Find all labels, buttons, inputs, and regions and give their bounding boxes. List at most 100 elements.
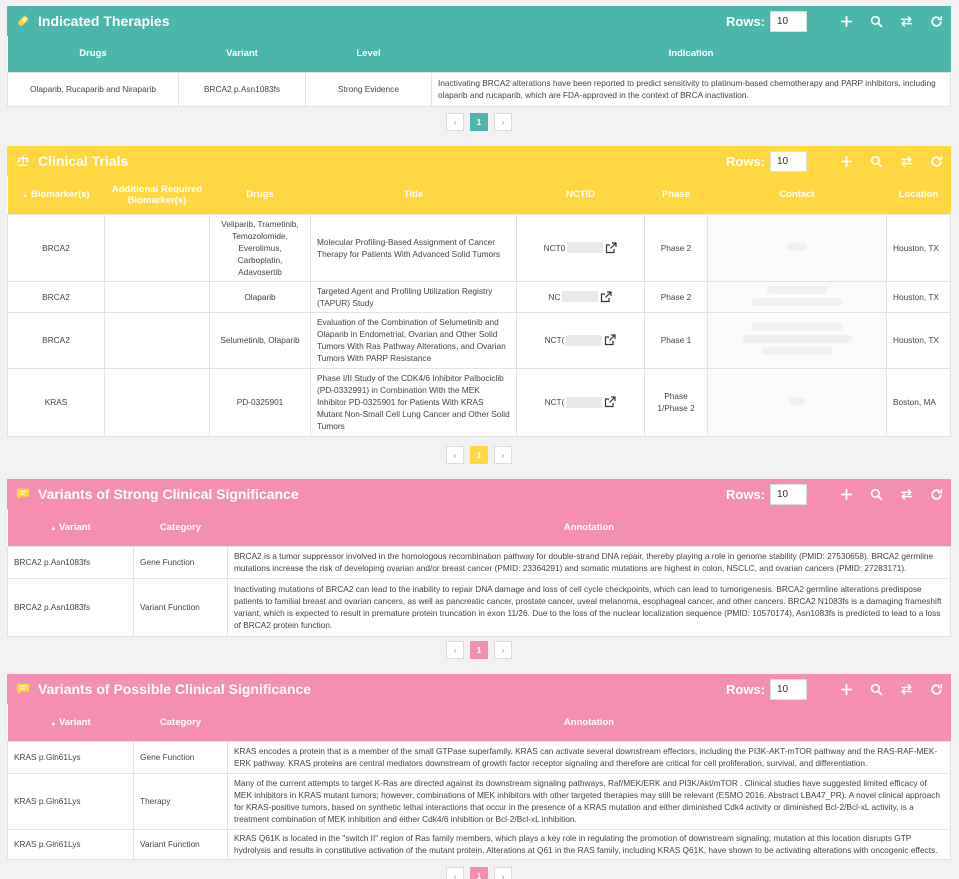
- redacted-text: [567, 242, 604, 253]
- column-header[interactable]: Phase: [645, 176, 708, 214]
- plus-icon[interactable]: [831, 674, 861, 704]
- next-page-button[interactable]: ›: [494, 113, 512, 131]
- location-cell: Boston, MA: [886, 367, 951, 437]
- drugs-cell: Olaparib, Rucaparib and Niraparib: [7, 71, 179, 107]
- swap-icon[interactable]: [891, 674, 921, 704]
- refresh-icon[interactable]: [921, 674, 951, 704]
- page-button[interactable]: 1: [470, 113, 488, 131]
- nctid-text[interactable]: NC: [549, 291, 561, 303]
- comment-icon: [15, 486, 31, 502]
- title-cell: Evaluation of the Combination of Selumet…: [310, 311, 517, 369]
- panel-toolbar: Rows: 10: [726, 6, 951, 36]
- swap-icon[interactable]: [891, 146, 921, 176]
- panel-title: Variants of Possible Clinical Significan…: [38, 681, 312, 697]
- variant-cell: BRCA2 p.Asn1083fs: [7, 577, 134, 637]
- rows-label: Rows:: [726, 153, 765, 169]
- column-header[interactable]: Drugs: [8, 36, 179, 72]
- search-icon[interactable]: [861, 6, 891, 36]
- panel-title: Variants of Strong Clinical Significance: [38, 486, 299, 502]
- column-header[interactable]: Category: [134, 704, 228, 741]
- redacted-text: [562, 291, 599, 302]
- indicated-therapies-panel: Indicated Therapies Rows: 10 Drugs Varia…: [7, 6, 951, 131]
- column-header[interactable]: Additional Required Biomarker(s): [105, 176, 210, 214]
- next-page-button[interactable]: ›: [494, 446, 512, 464]
- column-header-sorted[interactable]: ▲ Variant: [8, 704, 134, 741]
- column-header[interactable]: Drugs: [210, 176, 311, 214]
- variant-cell: BRCA2 p.Asn1083fs: [7, 545, 134, 579]
- redacted-text: [752, 323, 842, 331]
- rows-input[interactable]: 10: [770, 10, 807, 32]
- search-icon[interactable]: [861, 674, 891, 704]
- pagination: ‹ 1 ›: [7, 641, 951, 659]
- column-header[interactable]: Category: [134, 509, 228, 546]
- external-link-icon[interactable]: [600, 290, 613, 303]
- therapies-table: Drugs Variant Level Indication Olaparib,…: [7, 36, 951, 107]
- column-header[interactable]: Indication: [432, 36, 951, 72]
- nctid-text[interactable]: NCT0: [544, 242, 566, 254]
- refresh-icon[interactable]: [921, 479, 951, 509]
- page-button[interactable]: 1: [470, 641, 488, 659]
- plus-icon[interactable]: [831, 146, 861, 176]
- annotation-cell: Inactivating mutations of BRCA2 can lead…: [227, 577, 951, 637]
- prev-page-button[interactable]: ‹: [446, 113, 464, 131]
- search-icon[interactable]: [861, 146, 891, 176]
- page-button[interactable]: 1: [470, 446, 488, 464]
- column-header[interactable]: NCTID: [517, 176, 645, 214]
- external-link-icon[interactable]: [604, 396, 617, 408]
- swap-icon[interactable]: [891, 6, 921, 36]
- table-row: KRAS p.Gln61Lys Gene Function KRAS encodes…: [7, 740, 951, 774]
- column-header[interactable]: Contact: [708, 176, 887, 214]
- rows-input[interactable]: 10: [770, 678, 807, 700]
- refresh-icon[interactable]: [921, 146, 951, 176]
- drugs-cell: Veliparib, Trametinib, Temozolomide, Eve…: [209, 213, 311, 282]
- column-header[interactable]: Title: [311, 176, 517, 214]
- external-link-icon[interactable]: [605, 241, 617, 254]
- nctid-cell: NCT(: [516, 367, 645, 437]
- table-header-row: Drugs Variant Level Indication: [7, 36, 951, 72]
- column-header[interactable]: Level: [306, 36, 432, 72]
- table-row: BRCA2 Selumetinib, Olaparib Evaluation of …: [7, 311, 951, 369]
- redacted-text: [566, 396, 603, 408]
- rows-label: Rows:: [726, 13, 765, 29]
- next-page-button[interactable]: ›: [494, 867, 512, 879]
- rows-input[interactable]: 10: [770, 150, 807, 172]
- category-cell: Variant Function: [133, 577, 228, 637]
- column-header[interactable]: Annotation: [228, 509, 951, 546]
- prev-page-button[interactable]: ‹: [446, 641, 464, 659]
- panel-header: Variants of Strong Clinical Significance…: [7, 479, 951, 509]
- page-button[interactable]: 1: [470, 867, 488, 879]
- additional-biomarker-cell: [104, 213, 210, 282]
- external-link-icon[interactable]: [604, 334, 617, 346]
- refresh-icon[interactable]: [921, 6, 951, 36]
- contact-cell-redacted: [707, 367, 887, 437]
- pagination: ‹ 1 ›: [7, 867, 951, 879]
- prev-page-button[interactable]: ‹: [446, 446, 464, 464]
- redacted-text: [752, 297, 842, 306]
- category-cell: Gene Function: [133, 740, 228, 774]
- nctid-text[interactable]: NCT(: [545, 396, 565, 408]
- plus-icon[interactable]: [831, 6, 861, 36]
- nctid-text[interactable]: NCT(: [545, 334, 565, 346]
- sort-asc-icon: ▲: [22, 193, 29, 200]
- variant-cell: KRAS p.Gln61Lys: [7, 740, 134, 774]
- column-header[interactable]: Variant: [179, 36, 306, 72]
- phase-cell: Phase 1/Phase 2: [644, 367, 708, 437]
- column-header-sorted[interactable]: ▲ Variant: [8, 509, 134, 546]
- column-header[interactable]: Location: [887, 176, 951, 214]
- sort-asc-icon: ▲: [50, 720, 57, 727]
- prev-page-button[interactable]: ‹: [446, 867, 464, 879]
- table-row: BRCA2 Veliparib, Trametinib, Temozolomide…: [7, 213, 951, 282]
- rows-input[interactable]: 10: [770, 483, 807, 505]
- plus-icon[interactable]: [831, 479, 861, 509]
- redacted-text: [742, 335, 852, 343]
- annotation-cell: BRCA2 is a tumor suppressor involved in …: [227, 545, 951, 579]
- phase-cell: Phase 2: [644, 280, 708, 313]
- additional-biomarker-cell: [104, 280, 210, 313]
- column-header-sorted[interactable]: ▲ Biomarker(s): [8, 176, 105, 214]
- next-page-button[interactable]: ›: [494, 641, 512, 659]
- column-header[interactable]: Annotation: [228, 704, 951, 741]
- search-icon[interactable]: [861, 479, 891, 509]
- redacted-text: [566, 334, 603, 346]
- swap-icon[interactable]: [891, 479, 921, 509]
- panel-header: Indicated Therapies Rows: 10: [7, 6, 951, 36]
